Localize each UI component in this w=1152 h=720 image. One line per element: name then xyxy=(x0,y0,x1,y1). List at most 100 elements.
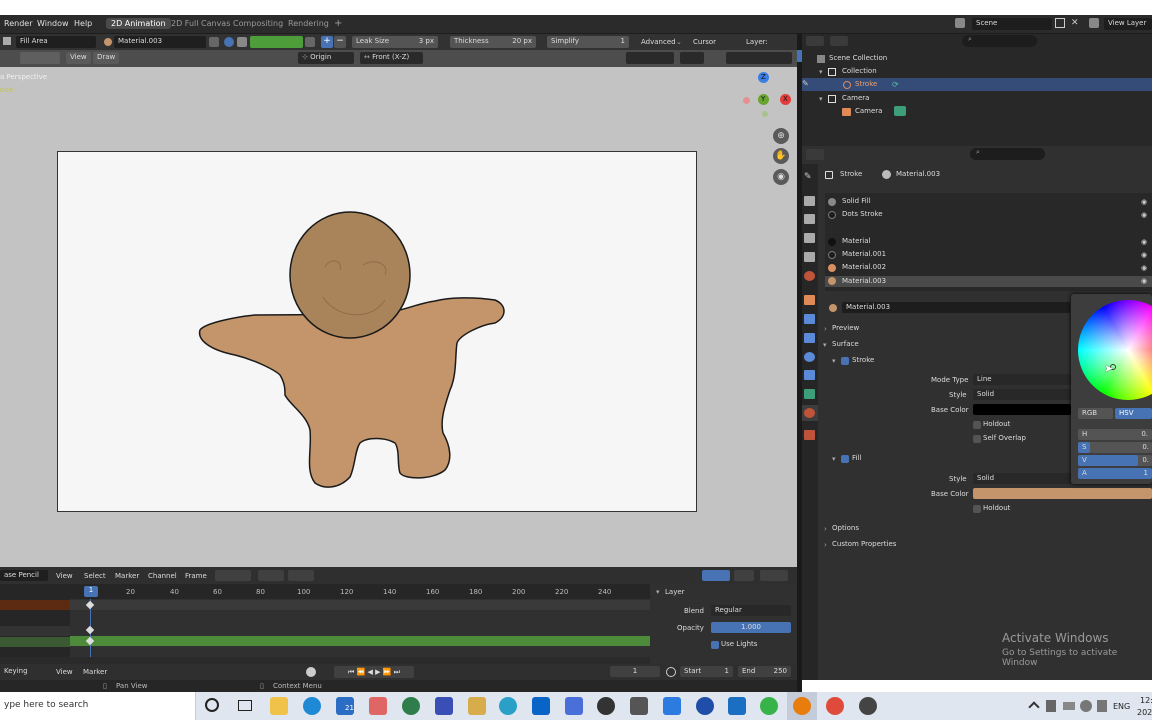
layer-move-buttons[interactable] xyxy=(258,570,284,581)
clock-date[interactable]: 202 xyxy=(1137,708,1152,717)
stroke-style-dropdown[interactable]: Solid xyxy=(973,389,1071,400)
stroke-enable-checkbox[interactable] xyxy=(841,357,849,365)
layer-panel-title[interactable]: Layer xyxy=(665,588,685,596)
start-frame-field[interactable]: Start 1 xyxy=(680,666,733,677)
proportional-editing-toggle[interactable] xyxy=(760,570,788,581)
outliner-search-field[interactable]: ⌕ xyxy=(962,35,1037,47)
fill-holdout-checkbox[interactable] xyxy=(973,505,981,513)
visibility-eye-icon[interactable]: ◉ xyxy=(1141,277,1147,285)
visibility-eye-icon[interactable]: ◉ xyxy=(1141,264,1147,272)
menu-window[interactable]: Window xyxy=(37,19,69,28)
channel-layer-row-active[interactable] xyxy=(0,637,70,647)
blend-dropdown[interactable]: Regular xyxy=(711,605,791,616)
visibility-eye-icon[interactable]: ◉ xyxy=(1141,211,1147,219)
gizmo-x-axis[interactable]: X xyxy=(780,94,791,105)
camera-view-icon[interactable]: ◉ xyxy=(773,169,789,185)
object-tab-icon[interactable] xyxy=(804,295,815,305)
value-field[interactable]: V 0. xyxy=(1078,455,1152,466)
slot-material-002[interactable]: Material.002 xyxy=(842,263,886,271)
constraints-tab-icon[interactable] xyxy=(804,370,815,380)
hsv-tab[interactable]: HSV xyxy=(1115,408,1152,419)
overlay-toggle[interactable] xyxy=(680,52,704,64)
view-layer-selector[interactable]: View Layer xyxy=(1104,18,1152,30)
section-stroke[interactable]: Stroke xyxy=(852,356,874,364)
world-tab-icon[interactable] xyxy=(804,271,815,281)
browser-icon[interactable] xyxy=(402,697,420,715)
properties-search-field[interactable]: ⌕ xyxy=(970,148,1045,160)
gizmo-z-axis[interactable]: Z xyxy=(758,72,769,83)
footer-marker-menu[interactable]: Marker xyxy=(83,668,107,676)
section-custom-properties[interactable]: Custom Properties xyxy=(832,540,896,548)
taskbar-search[interactable]: ype here to search xyxy=(0,692,196,720)
texture-tab-icon[interactable] xyxy=(804,430,815,440)
stroke-base-color-swatch[interactable] xyxy=(973,404,1071,415)
end-frame-field[interactable]: End 250 xyxy=(738,666,791,677)
properties-editor-type-button[interactable] xyxy=(806,149,824,160)
outlook-icon[interactable] xyxy=(532,697,550,715)
cortana-icon[interactable] xyxy=(205,698,219,712)
outliner-collection[interactable]: Collection xyxy=(842,67,877,75)
color-picker-icon[interactable] xyxy=(237,37,247,47)
current-frame-field[interactable]: 1 xyxy=(610,666,660,677)
visibility-eye-icon[interactable]: ◉ xyxy=(1141,251,1147,259)
tab-compositing[interactable]: Compositing xyxy=(228,18,288,29)
section-fill[interactable]: Fill xyxy=(852,454,861,462)
keying-dropdown[interactable]: Keying xyxy=(0,666,50,677)
rgb-tab[interactable]: RGB xyxy=(1078,408,1113,419)
outliner-camera-collection[interactable]: Camera xyxy=(842,94,869,102)
slot-material-001[interactable]: Material.001 xyxy=(842,250,886,258)
delete-scene-icon[interactable]: ✕ xyxy=(1071,18,1081,28)
playback-controls[interactable]: ⏮ ⏪ ◀ ▶ ⏩ ⏭ xyxy=(334,666,414,678)
pan-hand-icon[interactable]: ✋ xyxy=(773,148,789,164)
scene-tab-icon[interactable] xyxy=(804,252,815,262)
visibility-eye-icon[interactable]: ◉ xyxy=(1141,238,1147,246)
channel-object-row[interactable] xyxy=(0,600,70,610)
slot-material-003[interactable]: Material.003 xyxy=(842,277,886,285)
fill-base-color-swatch[interactable] xyxy=(973,488,1152,499)
advanced-dropdown[interactable]: Advanced xyxy=(641,38,676,46)
slot-dots-stroke[interactable]: Dots Stroke xyxy=(842,210,883,218)
section-surface[interactable]: Surface xyxy=(832,340,859,348)
app-icon[interactable] xyxy=(630,697,648,715)
physics-tab-icon[interactable] xyxy=(804,352,815,362)
modifier-tab-icon[interactable] xyxy=(804,314,815,324)
use-lights-checkbox[interactable] xyxy=(711,641,719,649)
collection-expand-icon[interactable]: ▾ xyxy=(819,68,823,76)
tool-tab-icon[interactable]: ✎ xyxy=(804,172,815,183)
alpha-field[interactable]: A1 xyxy=(1078,468,1152,479)
hue-field[interactable]: H 0. xyxy=(1078,429,1152,440)
shading-buttons[interactable] xyxy=(726,52,792,64)
playhead-frame-indicator[interactable]: 1 xyxy=(84,586,98,597)
volume-icon[interactable] xyxy=(1097,700,1107,712)
gizmo-neg-x[interactable] xyxy=(743,97,750,104)
app-icon[interactable] xyxy=(565,697,583,715)
eyedropper-icon[interactable] xyxy=(305,37,315,47)
add-mode-icon[interactable]: + xyxy=(321,36,333,48)
fill-area-dropdown[interactable]: Fill Area xyxy=(16,36,96,48)
slot-material[interactable]: Material xyxy=(842,237,870,245)
material-name-field[interactable]: Material.003 xyxy=(842,302,1070,313)
outliner-camera-object[interactable]: Camera xyxy=(855,107,882,115)
draw-menu[interactable]: Draw xyxy=(93,52,120,64)
menu-help[interactable]: Help xyxy=(74,19,92,28)
data-tab-icon[interactable] xyxy=(804,389,815,399)
outliner-stroke[interactable]: Stroke xyxy=(855,80,877,88)
tray-icon[interactable] xyxy=(1046,700,1056,712)
edge-icon[interactable] xyxy=(303,697,321,715)
leak-size-field[interactable]: Leak Size 3 px xyxy=(352,36,438,48)
app-icon[interactable] xyxy=(499,697,517,715)
outliner-scene-collection[interactable]: Scene Collection xyxy=(829,54,887,62)
chat-icon[interactable] xyxy=(760,697,778,715)
app-icon[interactable] xyxy=(369,697,387,715)
view-menu[interactable]: View xyxy=(66,52,91,64)
tab-2d-full-canvas[interactable]: 2D Full Canvas xyxy=(166,18,235,29)
grease-pencil-mode-dropdown[interactable]: ase Pencil xyxy=(0,570,48,581)
record-icon[interactable] xyxy=(306,667,316,677)
outliner-editor-type-button[interactable] xyxy=(806,36,824,46)
timeline-channel-menu[interactable]: Channel xyxy=(148,572,177,580)
timeline-select-menu[interactable]: Select xyxy=(84,572,106,580)
camera-expand-icon[interactable]: ▾ xyxy=(819,95,823,103)
app-icon[interactable] xyxy=(663,697,681,715)
wifi-icon[interactable] xyxy=(1080,700,1092,712)
outliner-display-mode-button[interactable] xyxy=(830,36,848,46)
